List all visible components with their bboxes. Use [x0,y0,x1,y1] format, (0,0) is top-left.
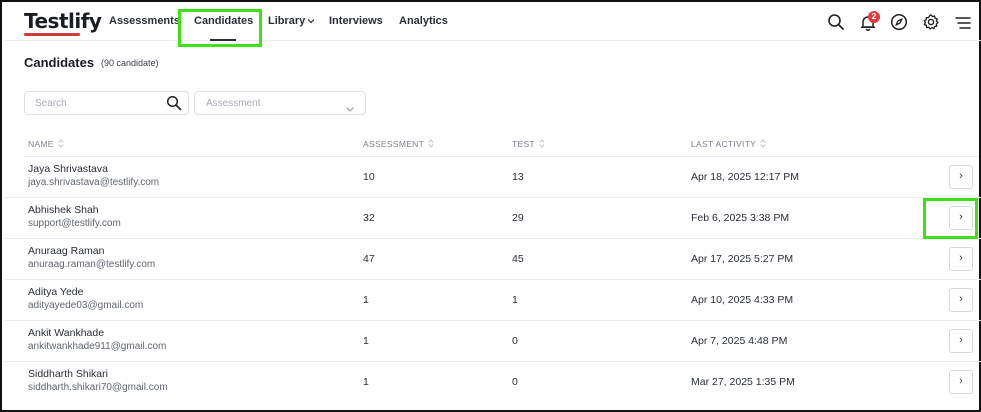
column-header-label: LAST ACTIVITY [691,139,757,149]
assessment-count: 1 [363,376,369,388]
sort-icon [539,139,545,150]
app-frame: Testlify Assessments Candidates Library … [0,0,981,412]
candidate-name: Abhishek Shah [28,204,99,216]
test-count: 45 [512,253,524,265]
test-count: 1 [512,294,518,306]
last-activity: Apr 7, 2025 4:48 PM [691,335,788,347]
open-candidate-button[interactable]: › [949,247,973,271]
candidate-email: support@testlify.com [28,218,121,229]
assessment-select[interactable]: Assessment [194,91,366,115]
column-header-name[interactable]: NAME [28,139,64,150]
assessment-select-placeholder: Assessment [206,98,261,109]
last-activity: Apr 17, 2025 5:27 PM [691,253,794,265]
notification-badge: 2 [868,11,880,23]
assessment-count: 47 [363,253,375,265]
candidate-name: Jaya Shrivastava [28,163,108,175]
compass-icon[interactable] [890,13,908,31]
nav-interviews[interactable]: Interviews [329,15,383,27]
page-title: Candidates [24,55,95,70]
column-header-label: TEST [512,139,535,149]
column-header-assessment[interactable]: ASSESSMENT [363,139,434,150]
search-box[interactable] [24,91,189,115]
assessment-count: 1 [363,335,369,347]
nav-analytics[interactable]: Analytics [399,15,448,27]
candidate-name: Anuraag Raman [28,245,105,257]
table-row[interactable]: Aditya Yede adityayede03@gmail.com 1 1 A… [4,280,981,321]
open-candidate-button[interactable]: › [949,288,973,312]
chevron-down-icon [345,100,355,118]
table-row[interactable]: Ankit Wankhade ankitwankhade911@gmail.co… [4,321,981,362]
last-activity: Mar 27, 2025 1:35 PM [691,376,795,388]
sort-icon [58,139,64,150]
logo-underline [24,33,80,36]
assessment-count: 10 [363,171,375,183]
candidate-email: jaya.shrivastava@testlify.com [28,177,160,188]
test-count: 13 [512,171,524,183]
test-count: 29 [512,212,524,224]
last-activity: Feb 6, 2025 3:38 PM [691,212,790,224]
candidates-nav-highlight [178,9,262,47]
nav-assessments[interactable]: Assessments [109,15,180,27]
table-row[interactable]: Anuraag Raman anuraag.raman@testlify.com… [4,239,981,280]
candidate-email: siddharth.shikari70@gmail.com [28,382,168,393]
test-count: 0 [512,376,518,388]
table-row[interactable]: Jaya Shrivastava jaya.shrivastava@testli… [4,157,981,198]
search-input[interactable] [25,92,160,114]
gear-icon[interactable] [922,13,940,31]
last-activity: Apr 10, 2025 4:33 PM [691,294,794,306]
last-activity: Apr 18, 2025 12:17 PM [691,171,799,183]
candidate-name: Aditya Yede [28,286,84,298]
open-candidate-highlight [923,198,978,239]
candidate-email: adityayede03@gmail.com [28,300,144,311]
nav-library[interactable]: Library [268,15,315,27]
search-icon[interactable] [166,95,182,116]
candidate-name: Siddharth Shikari [28,368,108,380]
sort-icon [760,139,766,150]
candidate-name: Ankit Wankhade [28,327,105,339]
test-count: 0 [512,335,518,347]
open-candidate-button[interactable]: › [949,165,973,189]
chevron-down-icon [307,16,315,26]
search-icon[interactable] [827,13,845,31]
logo[interactable]: Testlify [24,9,102,36]
assessment-count: 32 [363,212,375,224]
column-header-last-activity[interactable]: LAST ACTIVITY [691,139,766,150]
column-header-test[interactable]: TEST [512,139,545,150]
nav-library-label: Library [268,15,306,27]
menu-icon[interactable] [954,14,972,32]
table-row[interactable]: Siddharth Shikari siddharth.shikari70@gm… [4,362,981,403]
sort-icon [428,139,434,150]
open-candidate-button[interactable]: › [949,329,973,353]
open-candidate-button[interactable]: › [949,370,973,394]
column-header-label: ASSESSMENT [363,139,425,149]
candidate-email: anuraag.raman@testlify.com [28,259,156,270]
column-header-label: NAME [28,139,54,149]
logo-text: Testlify [24,9,102,33]
candidate-email: ankitwankhade911@gmail.com [28,341,167,352]
table-row[interactable]: Abhishek Shah support@testlify.com 32 29… [4,198,981,239]
assessment-count: 1 [363,294,369,306]
candidate-count: (90 candidate) [101,58,159,68]
